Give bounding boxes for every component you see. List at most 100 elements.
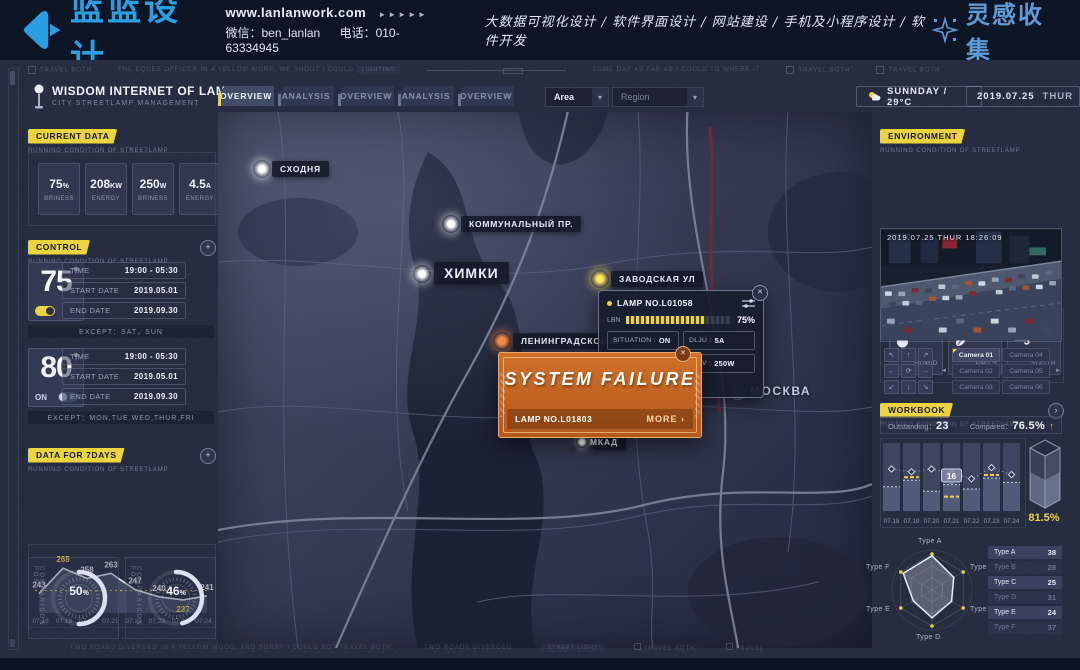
- system-failure-popup: ✕ SYSTEM FAILURE LAMP NO.L01803 MORE ›: [498, 352, 702, 438]
- control-tag: CONTROL: [28, 240, 90, 255]
- area-select-value: Area: [546, 92, 592, 102]
- svg-text:07.24: 07.24: [1004, 518, 1020, 525]
- type-row-a[interactable]: Type A38: [988, 546, 1062, 559]
- tab-analysis-1[interactable]: ANALYSIS: [278, 86, 334, 106]
- except-bar-1: EXCEPT：SAT，SUN: [28, 325, 214, 338]
- seven-days-add-button[interactable]: +: [200, 448, 216, 464]
- camera-03-button[interactable]: Camera 03: [952, 380, 1000, 394]
- start-date-row: START DATE2019.05.01: [62, 282, 186, 299]
- radar-axis-label: Type F: [866, 564, 890, 571]
- chevron-down-icon: ▾: [592, 88, 608, 106]
- camera-feed[interactable]: 2019.07.25 THUR 18:26:09: [880, 228, 1062, 342]
- footer-badge: STREET LIGHT: [542, 644, 603, 652]
- control-header: CONTROL RUNNING CONDITION OF STREETLAMP: [28, 237, 168, 265]
- reset-view-button[interactable]: ⟳: [901, 364, 916, 378]
- on-label: ON: [35, 393, 47, 402]
- stat-unit: %: [63, 183, 69, 190]
- control-add-button[interactable]: +: [200, 240, 216, 256]
- lbn-progress-bar: [626, 316, 731, 324]
- city-map[interactable]: СХОДНЯ КОММУНАЛЬНЫЙ ПР. ХИМКИ ЗАВОДСКАЯ …: [218, 112, 872, 648]
- dashboard: TRAVEL BOTH THE EQUES OFFICER IN A YELLO…: [0, 60, 1080, 658]
- map-label[interactable]: СХОДНЯ: [272, 161, 329, 177]
- row-value: 19:00 - 05:30: [125, 266, 178, 275]
- camera-02-button[interactable]: Camera 02: [952, 364, 1000, 378]
- contact-block: www.lanlanwork.com ►►►►► 微信：ben_lanlan 电…: [225, 5, 436, 55]
- stat-value: 208: [90, 177, 110, 191]
- pan-down-button[interactable]: ↓: [901, 380, 916, 394]
- svg-text:07.18: 07.18: [884, 518, 900, 525]
- chevron-down-icon: ▾: [687, 88, 703, 106]
- row-value: 2019.09.30: [134, 392, 178, 401]
- nav-tabs: OVERVIEW ANALYSIS OVERVIEW ANALYSIS OVER…: [218, 86, 514, 106]
- camera-06-button[interactable]: Camera 06: [1002, 380, 1050, 394]
- map-pin-zavodskaya[interactable]: [591, 270, 609, 288]
- collect-text: 灵感收集: [966, 0, 1060, 65]
- area-select[interactable]: Area ▾: [545, 87, 609, 107]
- bottom-strip: [0, 658, 1080, 670]
- row-key: TIME: [70, 352, 90, 361]
- map-pin-khimki[interactable]: [413, 265, 431, 283]
- map-pin-leningradskoe[interactable]: [493, 332, 511, 350]
- pan-up-right-button[interactable]: ↗: [918, 348, 933, 362]
- radar-axis-label: Type D: [916, 634, 941, 641]
- stat-label: BRINESS: [138, 196, 168, 202]
- type-row-e[interactable]: Type E24: [988, 606, 1062, 619]
- camera-prev-button[interactable]: ◄: [940, 348, 948, 394]
- close-icon[interactable]: ✕: [675, 346, 691, 362]
- lamp-toggle-1[interactable]: [35, 306, 55, 316]
- map-pin-skhodnya[interactable]: [253, 160, 271, 178]
- current-data-panel: 75% BRINESS 208KW ENERGY 250W BRINESS 4.…: [28, 152, 216, 226]
- camera-04-button[interactable]: Camera 04: [1002, 348, 1050, 362]
- map-pin-kommunalny[interactable]: [442, 215, 460, 233]
- pan-down-right-button[interactable]: ↘: [918, 380, 933, 394]
- tab-overview-3[interactable]: OVERVIEW: [458, 86, 514, 106]
- stat-value: 250: [140, 177, 160, 191]
- map-label[interactable]: ЗАВОДСКАЯ УЛ: [611, 271, 703, 287]
- type-row-c[interactable]: Type C25: [988, 576, 1062, 589]
- pan-left-button[interactable]: ←: [884, 364, 899, 378]
- chevron-right-icon: ›: [681, 414, 685, 424]
- tab-analysis-2[interactable]: ANALYSIS: [398, 86, 454, 106]
- close-icon[interactable]: ✕: [752, 285, 768, 301]
- app-subtitle: CITY STREETLAMP MANAGEMENT: [52, 100, 235, 107]
- svg-text:07.19: 07.19: [904, 518, 920, 525]
- footer-text: TWO ROADS DIVERGED: [424, 645, 512, 651]
- tab-overview-2[interactable]: OVERVIEW: [338, 86, 394, 106]
- footer-decor: TWO ROADS DIVERGED IN A YELLOW WOOD, AND…: [70, 643, 1052, 652]
- pan-right-button[interactable]: →: [918, 364, 933, 378]
- camera-next-button[interactable]: ►: [1054, 348, 1062, 394]
- lbn-bar-fill: [626, 316, 705, 324]
- svg-text:07.22: 07.22: [964, 518, 980, 525]
- ticker-item: TRAVEL BOTH: [28, 66, 92, 74]
- svg-text:07.23: 07.23: [984, 518, 1000, 525]
- camera-05-button[interactable]: Camera 05: [1002, 364, 1050, 378]
- pan-up-button[interactable]: ↑: [901, 348, 916, 362]
- environment-subtitle: RUNNING CONDITION OF STREETLAMP: [880, 147, 1020, 154]
- type-row-b[interactable]: Type B28: [988, 561, 1062, 574]
- sliders-icon[interactable]: [742, 299, 755, 308]
- except-bar-2: EXCEPT：MON,TUE,WED,THUR,FRI: [28, 411, 214, 424]
- map-label[interactable]: КОММУНАЛЬНЫЙ ПР.: [461, 216, 581, 232]
- weekday-text: THUR: [1043, 91, 1073, 102]
- camera-01-button[interactable]: Camera 01: [952, 348, 1000, 362]
- compared-value: 76.5%: [1012, 420, 1045, 432]
- left-scroll-track[interactable]: [8, 68, 19, 650]
- stat-label: BRINESS: [44, 196, 74, 202]
- website-link[interactable]: www.lanlanwork.com: [225, 5, 366, 20]
- app-title-block: WISDOM INTERNET OF LAMP CITY STREETLAMP …: [52, 84, 235, 107]
- region-select[interactable]: Region ▾: [612, 87, 704, 107]
- services-text: 大数据可视化设计 / 软件界面设计 / 网站建设 / 手机及小程序设计 / 软件…: [484, 11, 932, 49]
- pan-down-left-button[interactable]: ↙: [884, 380, 899, 394]
- lamp-cell-situation: SITUATION :ON: [607, 331, 679, 350]
- seven-days-header: DATA FOR 7DAYS RUNNING CONDITION OF STRE…: [28, 445, 168, 473]
- tab-overview-1[interactable]: OVERVIEW: [218, 86, 274, 106]
- region-select-value: Region: [613, 92, 687, 102]
- more-button[interactable]: MORE ›: [646, 414, 685, 424]
- type-row-d[interactable]: Type D31: [988, 591, 1062, 604]
- gauge-label: COMPARISON FOR: [32, 566, 44, 638]
- type-row-f[interactable]: Type F37: [988, 621, 1062, 634]
- pan-up-left-button[interactable]: ↖: [884, 348, 899, 362]
- arrows-decor: ►►►►►: [378, 10, 428, 19]
- map-label[interactable]: ХИМКИ: [434, 262, 509, 284]
- ticker-item: SOME DAY AS FAR AS I COULD TO WHERE IT: [592, 67, 760, 73]
